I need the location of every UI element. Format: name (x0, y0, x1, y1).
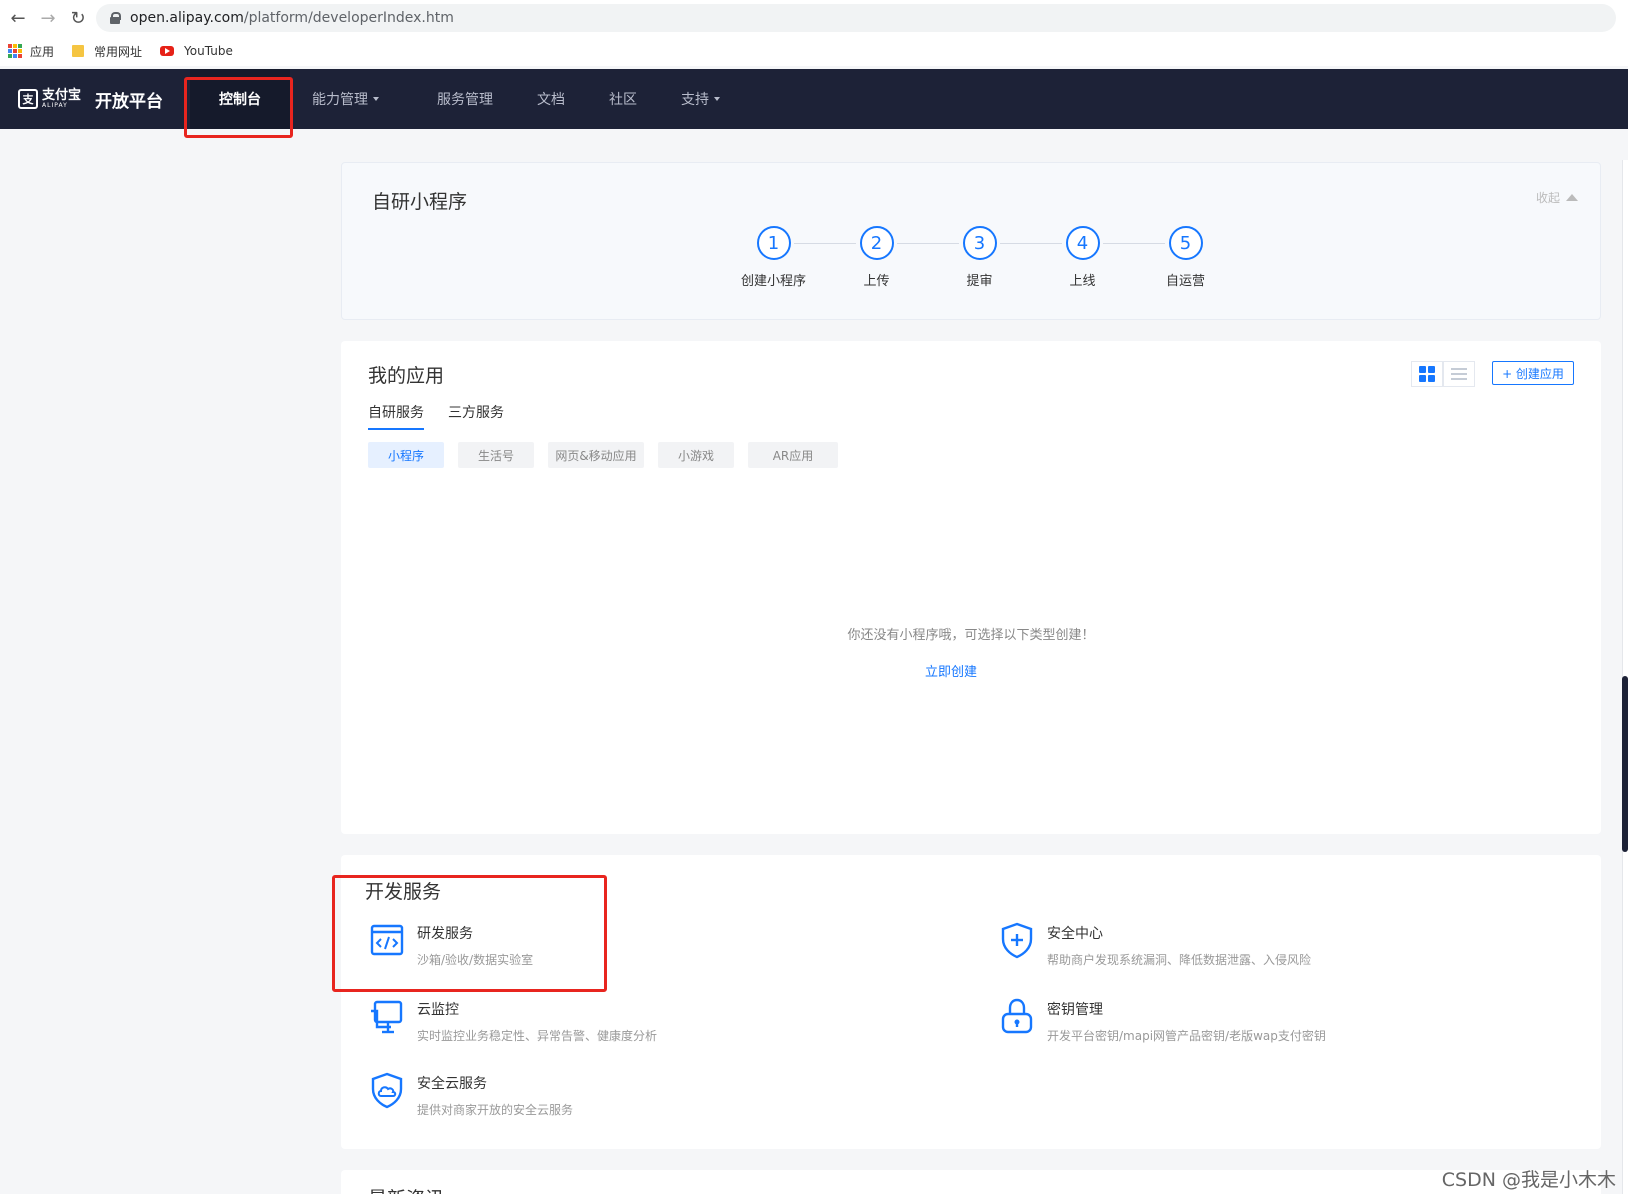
collapse-label: 收起 (1535, 191, 1560, 205)
step-label: 自运营 (1165, 274, 1205, 289)
filter-minigame[interactable]: 小游戏 (658, 442, 734, 468)
alipay-logo-icon: 支 (18, 89, 38, 109)
bookmark-youtube[interactable]: YouTube (160, 44, 233, 58)
service-security-center[interactable]: 安全中心 帮助商户发现系统漏洞、降低数据泄露、入侵风险 (999, 921, 1311, 968)
shield-cloud-icon (371, 1072, 403, 1109)
brand-sub: 支付宝 ALIPAY (42, 89, 95, 109)
filter-lifestyle[interactable]: 生活号 (458, 442, 534, 468)
bookmarks-bar: 应用 常用网址 YouTube (0, 36, 1628, 66)
empty-state-text: 你还没有小程序哦，可选择以下类型创建！ (847, 628, 1095, 643)
bookmark-apps[interactable]: 应用 (8, 43, 54, 60)
service-desc: 实时监控业务稳定性、异常告警、健康度分析 (417, 1029, 658, 1043)
service-title: 安全中心 (1047, 926, 1103, 942)
bookmark-label: 常用网址 (94, 44, 143, 59)
step-number: 5 (1168, 226, 1203, 260)
create-app-button[interactable]: + 创建应用 (1492, 361, 1574, 385)
step-1: 1 创建小程序 (722, 226, 856, 289)
step-number: 4 (1065, 226, 1100, 260)
brand-title: 开放平台 (95, 91, 164, 112)
nav-item-docs[interactable]: 文档 (515, 69, 587, 129)
nav-item-support[interactable]: 支持 (659, 69, 742, 129)
bookmark-label: YouTube (184, 44, 233, 58)
card-title: 自研小程序 (372, 191, 468, 213)
step-label: 上线 (1069, 274, 1096, 289)
watermark: CSDN @我是小木木 (1441, 1169, 1616, 1191)
bookmark-common-sites[interactable]: 常用网址 (72, 43, 142, 60)
triangle-up-icon (1566, 194, 1578, 201)
nav-item-capability[interactable]: 能力管理 (290, 69, 401, 129)
tab-self-dev[interactable]: 自研服务 (368, 402, 424, 430)
service-title: 云监控 (417, 1002, 459, 1018)
service-desc: 提供对商家开放的安全云服务 (417, 1103, 574, 1117)
list-view-button[interactable] (1443, 361, 1475, 387)
list-view-icon (1451, 368, 1467, 380)
filter-web-mobile[interactable]: 网页&移动应用 (548, 442, 644, 468)
back-arrow-icon[interactable]: ← (6, 6, 30, 30)
url-domain: open.alipay.com (130, 10, 244, 26)
app-type-filters: 小程序 生活号 网页&移动应用 小游戏 AR应用 (368, 442, 852, 468)
self-dev-miniapp-card: 自研小程序 收起 1 创建小程序 2 上传 3 提审 4 上线 5 自运营 (341, 162, 1601, 320)
caret-down-icon (714, 97, 720, 101)
nav-label: 支持 (681, 92, 709, 108)
nav-item-community[interactable]: 社区 (587, 69, 659, 129)
latest-news-card: 最新资讯 (341, 1170, 1601, 1194)
app-tabs: 自研服务 三方服务 (368, 402, 528, 430)
address-bar[interactable]: open.alipay.com/platform/developerIndex.… (96, 4, 1616, 32)
url-path: /platform/developerIndex.htm (243, 10, 454, 26)
highlight-box-console (184, 77, 293, 138)
step-5: 5 自运营 (1134, 226, 1237, 289)
service-title: 密钥管理 (1047, 1002, 1103, 1018)
reload-icon[interactable]: ↻ (66, 6, 90, 30)
create-now-link[interactable]: 立即创建 (341, 661, 1561, 680)
lock-icon (1001, 998, 1033, 1034)
brand-sub-en: ALIPAY (42, 102, 68, 109)
collapse-button[interactable]: 收起 (1536, 189, 1578, 206)
service-title: 安全云服务 (417, 1076, 487, 1092)
lock-icon (110, 12, 121, 24)
card-title: 最新资讯 (368, 1184, 444, 1194)
scrollbar-thumb[interactable] (1622, 676, 1628, 852)
highlight-box-dev-services (332, 875, 607, 992)
step-3: 3 提审 (928, 226, 1062, 289)
service-security-cloud[interactable]: 安全云服务 提供对商家开放的安全云服务 (369, 1071, 573, 1118)
shield-plus-icon (1001, 922, 1033, 959)
tab-third-party[interactable]: 三方服务 (448, 402, 504, 430)
folder-icon (72, 45, 85, 57)
step-4: 4 上线 (1031, 226, 1165, 289)
brand-sub-cn: 支付宝 (42, 88, 82, 103)
step-2: 2 上传 (825, 226, 959, 289)
step-label: 提审 (966, 274, 993, 289)
service-desc: 帮助商户发现系统漏洞、降低数据泄露、入侵风险 (1047, 953, 1312, 967)
service-cloud-monitor[interactable]: 云监控 实时监控业务稳定性、异常告警、健康度分析 (369, 997, 657, 1044)
filter-ar[interactable]: AR应用 (748, 442, 838, 468)
step-number: 2 (859, 226, 894, 260)
view-toggle (1411, 361, 1475, 387)
my-apps-card: 我的应用 + 创建应用 自研服务 三方服务 小程序 生活号 网页&移动应用 小游… (341, 341, 1601, 834)
step-number: 1 (756, 226, 791, 260)
steps: 1 创建小程序 2 上传 3 提审 4 上线 5 自运营 (722, 226, 1237, 289)
service-key-management[interactable]: 密钥管理 开发平台密钥/mapi网管产品密钥/老版wap支付密钥 (999, 997, 1326, 1044)
youtube-icon (160, 46, 175, 56)
monitor-icon (371, 1000, 403, 1034)
browser-toolbar: ← → ↻ open.alipay.com/platform/developer… (0, 0, 1628, 36)
nav-item-service[interactable]: 服务管理 (401, 69, 515, 129)
grid-view-icon (1419, 366, 1435, 382)
caret-down-icon (373, 97, 379, 101)
step-label: 创建小程序 (740, 274, 806, 289)
nav-label: 能力管理 (312, 92, 368, 108)
service-desc: 开发平台密钥/mapi网管产品密钥/老版wap支付密钥 (1047, 1029, 1326, 1043)
step-number: 3 (962, 226, 997, 260)
brand-logo[interactable]: 支 支付宝 ALIPAY 开放平台 (18, 87, 163, 112)
forward-arrow-icon[interactable]: → (36, 6, 60, 30)
bookmark-label: 应用 (30, 44, 55, 59)
apps-grid-icon (8, 44, 22, 58)
filter-miniapp[interactable]: 小程序 (368, 442, 444, 468)
step-label: 上传 (863, 274, 890, 289)
card-title: 我的应用 (368, 365, 445, 387)
grid-view-button[interactable] (1411, 361, 1443, 387)
